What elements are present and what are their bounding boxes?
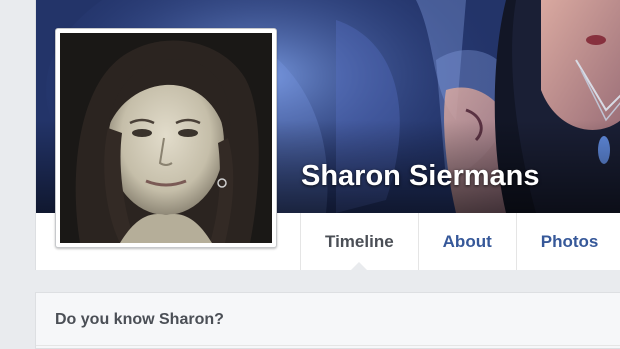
avatar-image xyxy=(60,33,272,243)
do-you-know-title: Do you know Sharon? xyxy=(55,311,224,328)
tab-about[interactable]: About xyxy=(419,213,517,270)
tab-timeline[interactable]: Timeline xyxy=(301,213,419,270)
profile-picture[interactable] xyxy=(55,28,277,248)
tab-photos[interactable]: Photos xyxy=(517,213,620,270)
divider xyxy=(36,345,620,346)
profile-page: Sharon Siermans Timeline About Photos Do… xyxy=(0,0,620,349)
do-you-know-card: Do you know Sharon? xyxy=(35,292,620,349)
profile-name[interactable]: Sharon Siermans xyxy=(301,160,540,193)
profile-nav-tabs: Timeline About Photos xyxy=(300,213,620,270)
